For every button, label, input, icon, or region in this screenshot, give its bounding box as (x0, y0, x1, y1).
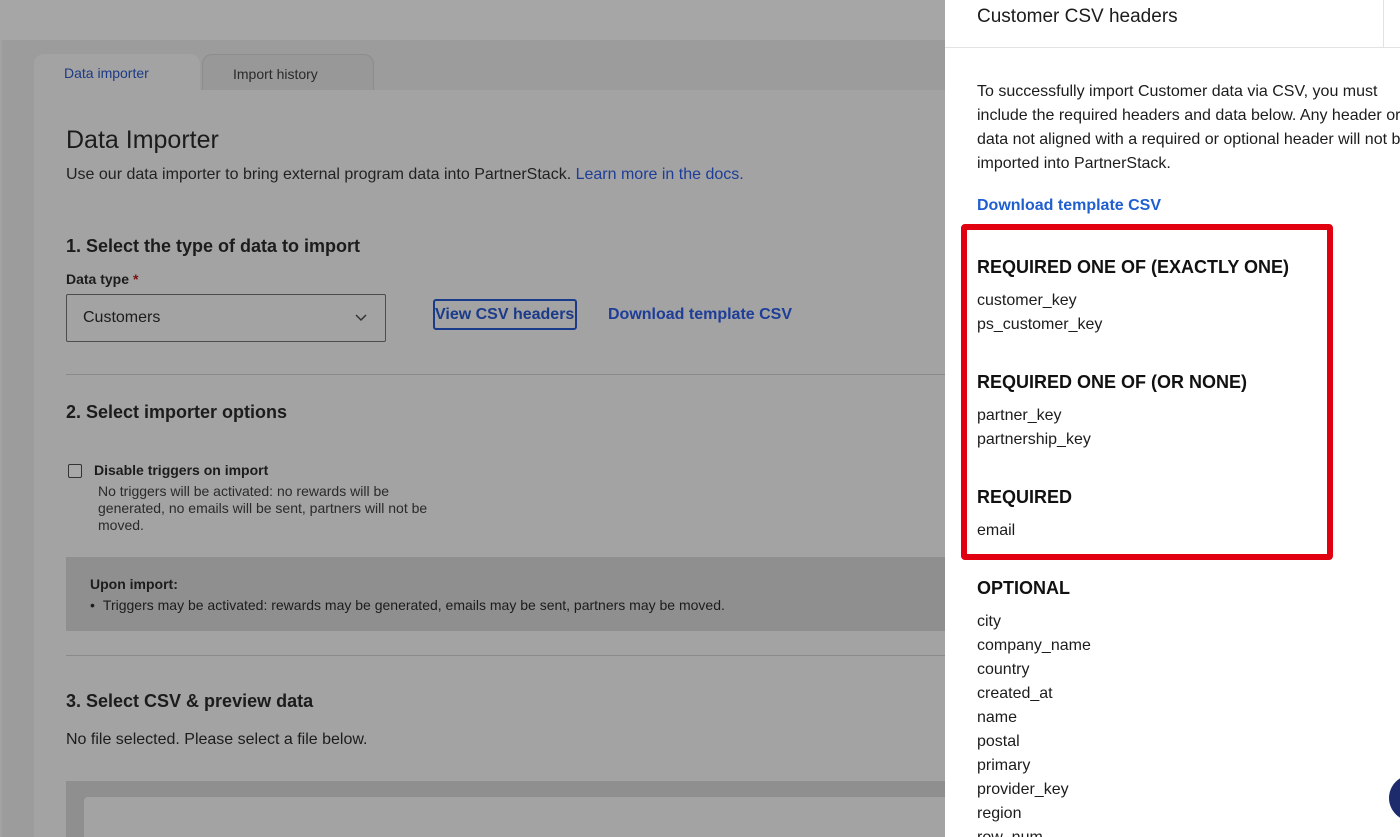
panel-header: Customer CSV headers (945, 0, 1400, 48)
page-subtitle: Use our data importer to bring external … (66, 166, 744, 184)
subtitle-text: Use our data importer to bring external … (66, 166, 572, 183)
panel-header-divider (1383, 0, 1384, 47)
notice-item: Triggers may be activated: rewards may b… (90, 597, 725, 613)
step2-heading: 2. Select importer options (66, 402, 288, 422)
field-item: postal (977, 733, 1020, 750)
field-item: name (977, 709, 1018, 726)
download-template-link[interactable]: Download template CSV (608, 306, 792, 324)
field-item: country (977, 661, 1030, 678)
field-list: city company_name country created_at nam… (977, 610, 1091, 837)
panel-title: Customer CSV headers (977, 6, 1178, 27)
data-type-label-text: Data type (66, 271, 130, 287)
field-item: city (977, 613, 1001, 630)
step1-heading: 1. Select the type of data to import (66, 236, 361, 256)
import-notice: Upon import: Triggers may be activated: … (66, 557, 946, 631)
docs-link[interactable]: Learn more in the docs. (576, 166, 744, 183)
data-type-label: Data type * (66, 271, 138, 287)
panel-download-template-link[interactable]: Download template CSV (977, 197, 1161, 215)
chevron-down-icon (355, 314, 367, 322)
field-item: created_at (977, 685, 1053, 702)
field-item: company_name (977, 637, 1091, 654)
disable-triggers-checkbox[interactable] (68, 464, 82, 478)
field-item: provider_key (977, 781, 1069, 798)
divider (66, 655, 946, 656)
tab-import-history[interactable]: Import history (202, 54, 374, 90)
disable-triggers-help: No triggers will be activated: no reward… (98, 483, 428, 533)
file-dropzone-inner[interactable] (84, 797, 946, 837)
data-type-select[interactable]: Customers (66, 294, 386, 342)
field-item: primary (977, 757, 1031, 774)
view-csv-headers-button[interactable]: View CSV headers (433, 299, 577, 330)
panel-intro: To successfully import Customer data via… (977, 83, 1400, 172)
tab-data-importer[interactable]: Data importer (34, 54, 200, 90)
notice-heading: Upon import: (90, 576, 178, 592)
field-item: region (977, 805, 1022, 822)
file-status: No file selected. Please select a file b… (66, 731, 368, 748)
page-title: Data Importer (66, 126, 219, 154)
group-heading: OPTIONAL (977, 578, 1070, 598)
data-type-value: Customers (83, 309, 161, 326)
required-fields-highlight (961, 224, 1333, 560)
divider (66, 374, 946, 375)
field-item: row_num (977, 826, 1091, 837)
step3-heading: 3. Select CSV & preview data (66, 691, 314, 711)
disable-triggers-label: Disable triggers on import (94, 462, 269, 478)
required-mark: * (133, 271, 139, 287)
